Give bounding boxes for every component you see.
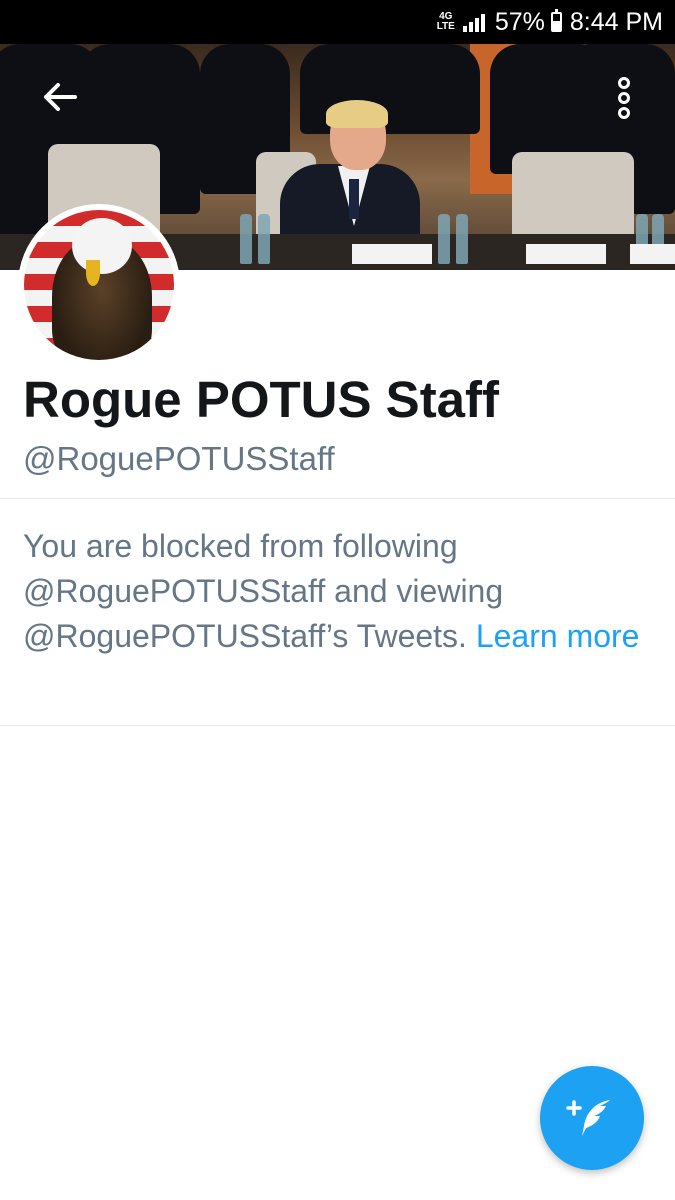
divider <box>0 725 675 726</box>
overflow-menu-button[interactable] <box>604 72 644 124</box>
compose-tweet-icon <box>566 1100 610 1136</box>
learn-more-link[interactable]: Learn more <box>476 618 640 654</box>
status-bar: 4G LTE 57% 8:44 PM <box>0 0 675 44</box>
profile-display-name: Rogue POTUS Staff <box>23 371 500 428</box>
divider <box>0 498 675 499</box>
eagle-avatar-image <box>24 210 174 360</box>
network-indicator: 4G LTE <box>436 11 455 32</box>
battery-percent: 57% <box>494 7 545 36</box>
blocked-notice: You are blocked from following @RoguePOT… <box>23 524 643 659</box>
back-button[interactable] <box>34 74 86 120</box>
clock: 8:44 PM <box>569 7 663 36</box>
profile-handle: @RoguePOTUSStaff <box>23 440 335 477</box>
profile-avatar[interactable] <box>18 204 180 366</box>
battery-icon <box>550 9 562 32</box>
blocked-message: You are blocked from following @RoguePOT… <box>23 528 504 654</box>
arrow-left-icon <box>44 83 77 111</box>
compose-tweet-button[interactable] <box>540 1066 644 1170</box>
signal-icon <box>462 12 487 32</box>
vertical-dots-icon <box>618 77 630 119</box>
